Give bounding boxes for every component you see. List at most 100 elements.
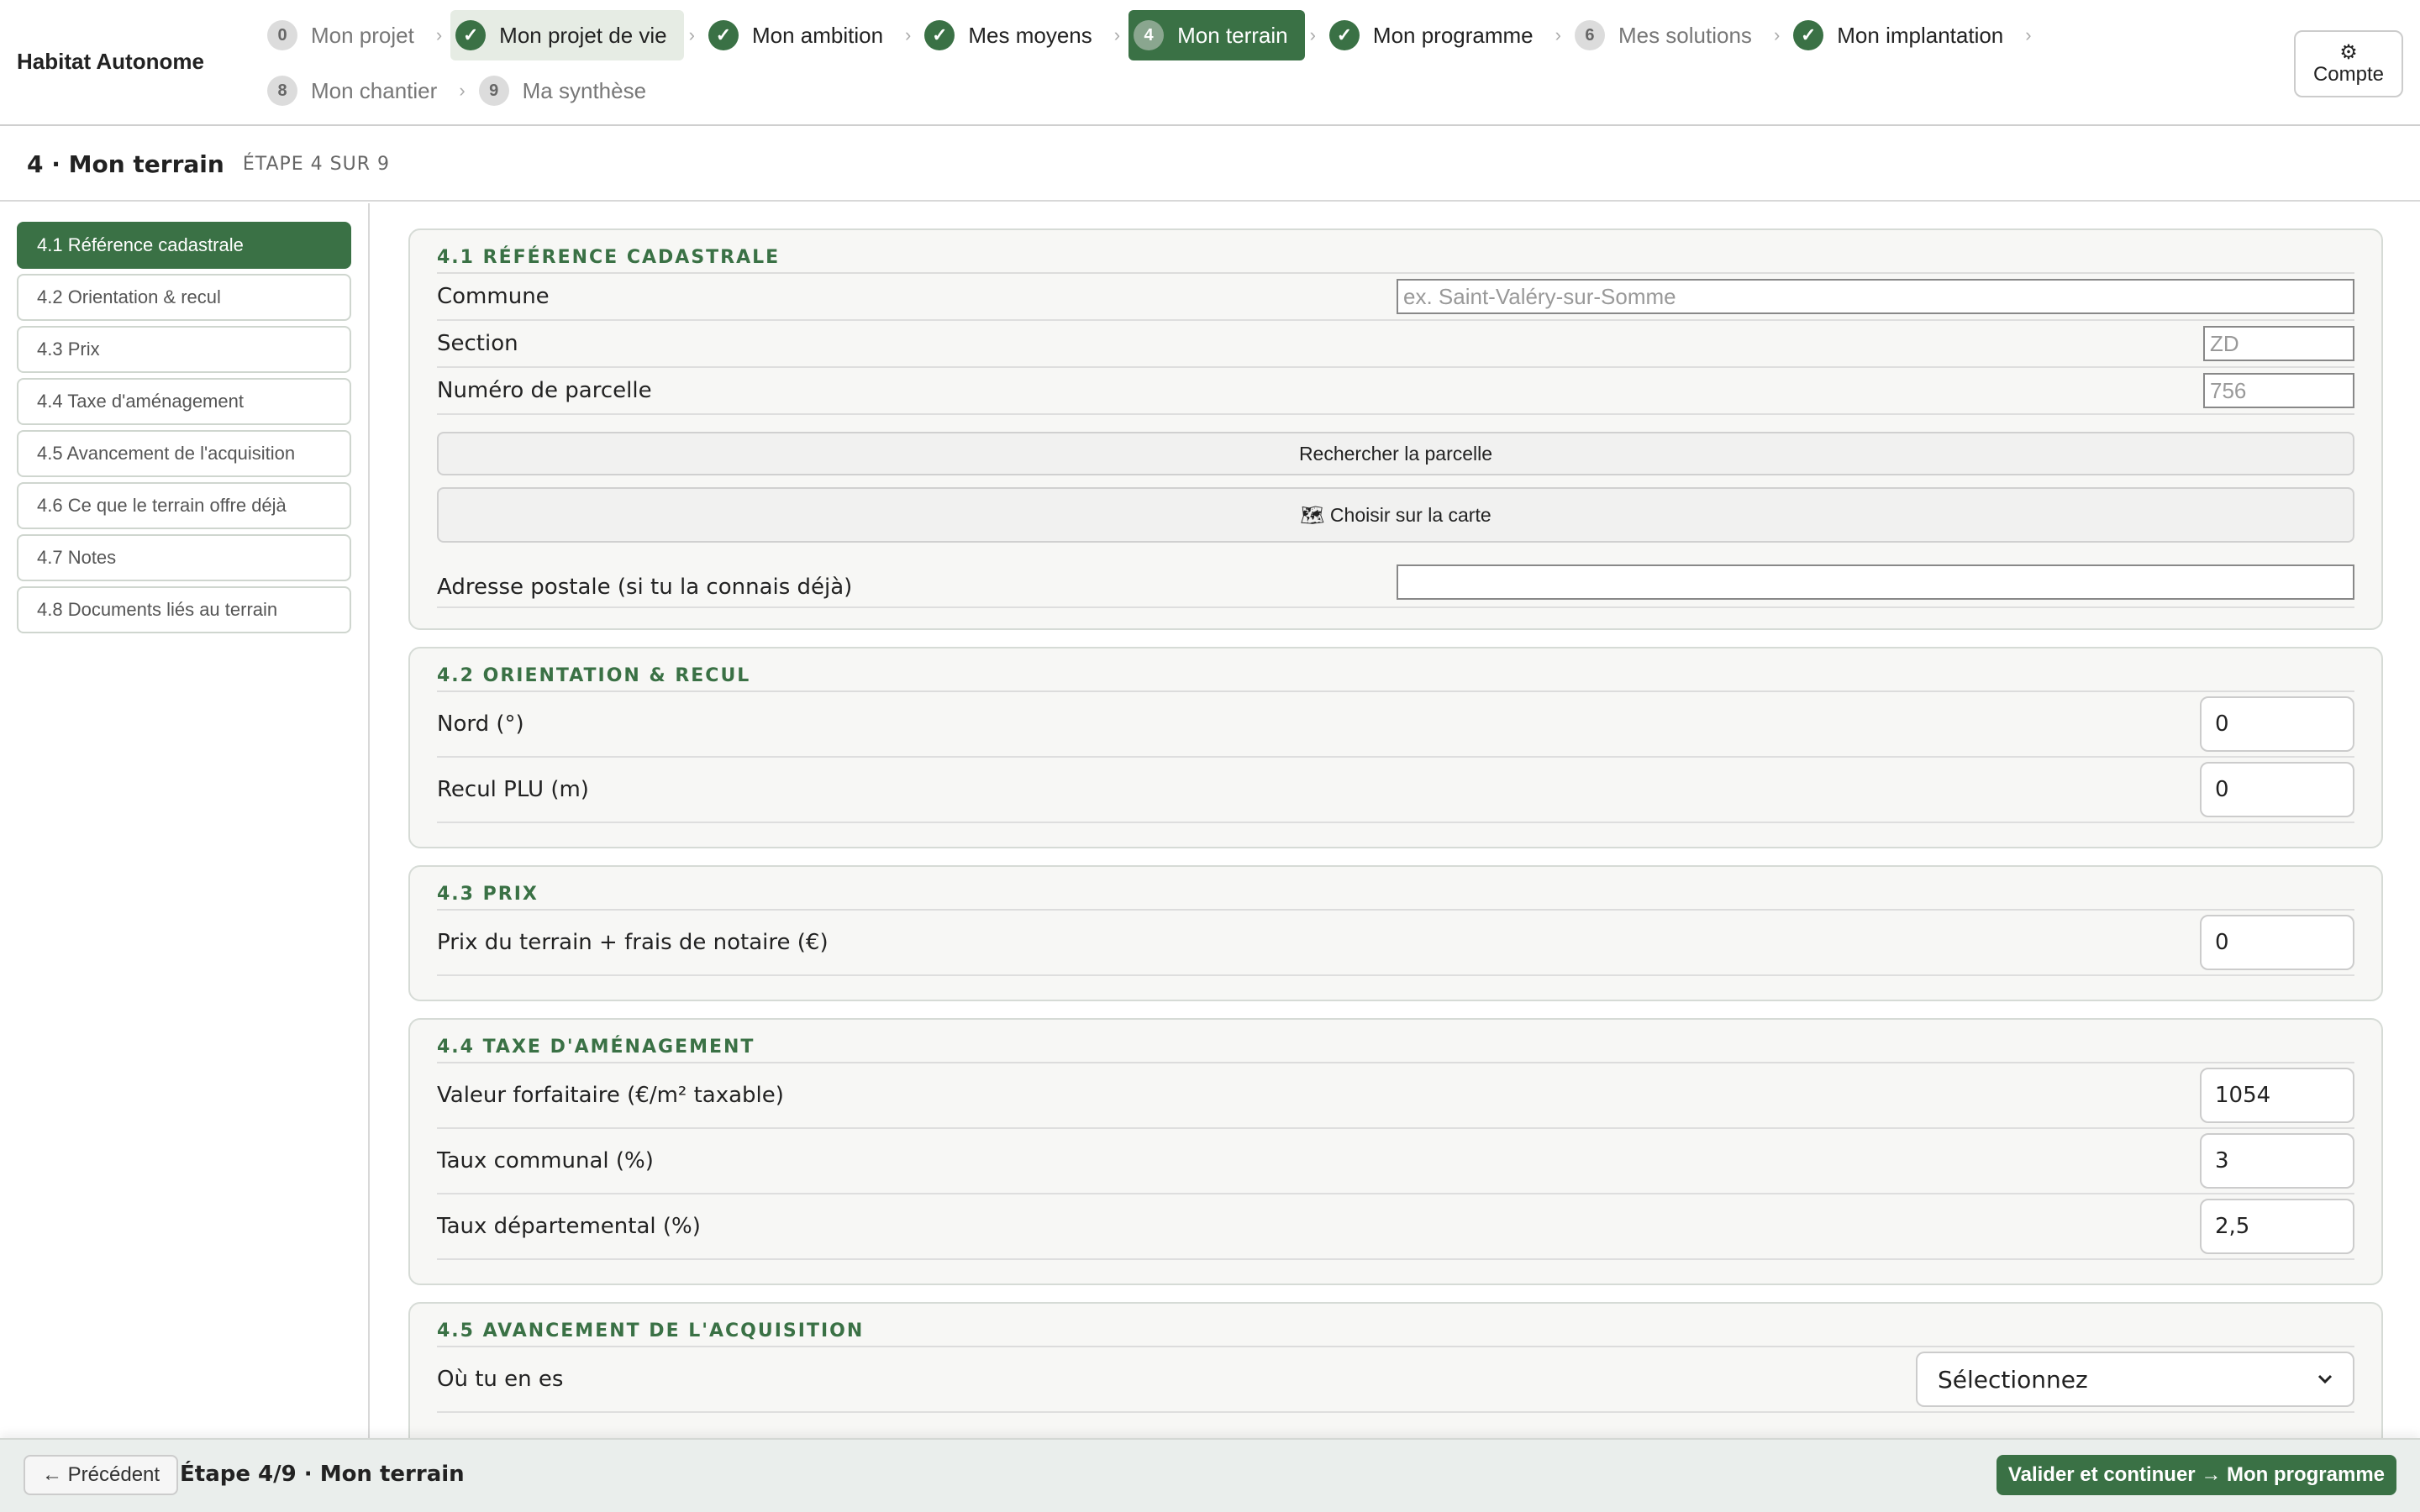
form-row-taux-departemental: Taux départemental (%) 2,5 [437,1194,2354,1260]
previous-button[interactable]: ← Précédent [24,1455,179,1495]
sidebar-item-terrain-offre[interactable]: 4.6 Ce que le terrain offre déjà [17,482,351,529]
page-title: 4 · Mon terrain [27,150,224,178]
form-row-valeur-forfaitaire: Valeur forfaitaire (€/m² taxable) 1054 [437,1063,2354,1129]
recul-label: Recul PLU (m) [437,777,589,802]
section-title: 4.3 PRIX [437,879,2354,911]
choose-on-map-button[interactable]: 🗺 Choisir sur la carte [437,487,2354,543]
nav-step-5[interactable]: ✓ Mon programme [1324,10,1550,60]
form-row-adresse: Adresse postale (si tu la connais déjà) [437,543,2354,608]
recul-input[interactable]: 0 [2200,762,2354,817]
chevron-down-icon [2317,1374,2333,1384]
nord-input[interactable]: 0 [2200,696,2354,752]
nav-step-8[interactable]: 8 Mon chantier [262,66,454,116]
taux-communal-input[interactable]: 3 [2200,1133,2354,1189]
section-orientation-recul: 4.2 ORIENTATION & RECUL Nord (°) 0 Recul… [408,647,2383,848]
form-row-section: Section ZD [437,321,2354,368]
check-icon: ✓ [455,20,487,50]
top-navigation: Habitat Autonome 0 Mon projet › ✓ Mon pr… [0,0,2420,126]
sidebar-item-notes[interactable]: 4.7 Notes [17,534,351,581]
app-title: Habitat Autonome [17,49,204,74]
nav-step-label: Mon projet de vie [499,22,667,48]
section-title: 4.1 RÉFÉRENCE CADASTRALE [437,242,2354,274]
chevron-right-icon: › [1113,24,1121,45]
section-taxe-amenagement: 4.4 TAXE D'AMÉNAGEMENT Valeur forfaitair… [408,1018,2383,1285]
check-icon: ✓ [708,20,739,50]
sidebar-item-avancement[interactable]: 4.5 Avancement de l'acquisition [17,430,351,477]
ou-tu-en-es-label: Où tu en es [437,1367,564,1392]
validate-continue-button[interactable]: Valider et continuer → Mon programme [1996,1455,2396,1495]
chevron-right-icon: › [2025,24,2032,45]
section-title: 4.2 ORIENTATION & RECUL [437,660,2354,692]
account-label: Compte [2312,63,2385,86]
check-icon: ✓ [1328,20,1360,50]
ou-tu-en-es-select[interactable]: Sélectionnez [1916,1352,2354,1407]
footer-bar: ← Précédent Étape 4/9 · Mon terrain Vali… [0,1438,2420,1512]
taux-departemental-label: Taux départemental (%) [437,1214,701,1239]
valeur-forfaitaire-input[interactable]: 1054 [2200,1068,2354,1123]
section-title: 4.4 TAXE D'AMÉNAGEMENT [437,1032,2354,1063]
form-row-parcelle: Numéro de parcelle 756 [437,368,2354,415]
taux-communal-label: Taux communal (%) [437,1148,654,1173]
map-icon: 🗺 [1300,504,1325,526]
step-number-badge: 4 [1134,20,1165,50]
footer-step-status: Étape 4/9 · Mon terrain [180,1462,465,1487]
section-reference-cadastrale: 4.1 RÉFÉRENCE CADASTRALE Commune ex. Sai… [408,228,2383,630]
nav-step-label: Mes solutions [1618,22,1752,48]
step-navigation: 0 Mon projet › ✓ Mon projet de vie › ✓ M… [262,10,2228,121]
gear-icon: ⚙ [2339,40,2358,64]
nord-label: Nord (°) [437,711,524,737]
search-parcel-button[interactable]: Rechercher la parcelle [437,432,2354,475]
step-counter: ÉTAPE 4 SUR 9 [242,153,391,175]
sidebar-item-documents[interactable]: 4.8 Documents liés au terrain [17,586,351,633]
nav-step-6[interactable]: 6 Mes solutions [1570,10,1769,60]
nav-step-label: Mes moyens [968,22,1092,48]
chevron-right-icon: › [459,80,466,101]
sidebar-item-reference-cadastrale[interactable]: 4.1 Référence cadastrale [17,222,351,269]
prix-label: Prix du terrain + frais de notaire (€) [437,930,829,955]
parcelle-input[interactable]: 756 [2203,373,2354,408]
main-content: 4.1 RÉFÉRENCE CADASTRALE Commune ex. Sai… [408,228,2383,1438]
nav-step-0[interactable]: 0 Mon projet [262,10,431,60]
nav-step-7[interactable]: ✓ Mon implantation [1788,10,2020,60]
nav-step-4[interactable]: 4 Mon terrain [1128,10,1305,60]
form-row-ou-tu-en-es: Où tu en es Sélectionnez [437,1347,2354,1413]
nav-step-3[interactable]: ✓ Mes moyens [919,10,1108,60]
section-label: Section [437,331,518,356]
form-row-recul: Recul PLU (m) 0 [437,758,2354,823]
nav-step-9[interactable]: 9 Ma synthèse [474,66,663,116]
nav-step-2[interactable]: ✓ Mon ambition [703,10,900,60]
page-header: 4 · Mon terrain ÉTAPE 4 SUR 9 [0,128,2420,202]
nav-step-label: Mon ambition [751,22,884,48]
sidebar-item-prix[interactable]: 4.3 Prix [17,326,351,373]
nav-step-label: Ma synthèse [522,77,647,103]
chevron-right-icon: › [1555,24,1561,45]
section-sidebar: 4.1 Référence cadastrale 4.2 Orientation… [0,203,370,1438]
prix-input[interactable]: 0 [2200,915,2354,970]
step-number-badge: 0 [267,20,297,50]
chevron-right-icon: › [1309,24,1316,45]
step-number-badge: 6 [1574,20,1605,50]
nav-step-label: Mon implantation [1837,22,2004,48]
chevron-right-icon: › [435,24,443,45]
chevron-right-icon: › [1773,24,1781,45]
nav-step-1[interactable]: ✓ Mon projet de vie [450,10,684,60]
account-button[interactable]: ⚙ Compte [2294,30,2403,97]
check-icon: ✓ [924,20,955,50]
section-avancement: 4.5 AVANCEMENT DE L'ACQUISITION Où tu en… [408,1302,2383,1438]
sidebar-item-orientation-recul[interactable]: 4.2 Orientation & recul [17,274,351,321]
form-row-commune: Commune ex. Saint-Valéry-sur-Somme [437,274,2354,321]
taux-departemental-input[interactable]: 2,5 [2200,1199,2354,1254]
sidebar-item-taxe-amenagement[interactable]: 4.4 Taxe d'aménagement [17,378,351,425]
form-row-nord: Nord (°) 0 [437,692,2354,758]
chevron-right-icon: › [688,24,695,45]
adresse-input[interactable] [1397,564,2354,600]
select-value: Sélectionnez [1938,1365,2088,1394]
commune-input[interactable]: ex. Saint-Valéry-sur-Somme [1397,279,2354,314]
step-number-badge: 8 [267,76,297,106]
check-icon: ✓ [1793,20,1824,50]
commune-label: Commune [437,284,550,309]
nav-step-label: Mon projet [311,22,414,48]
section-input[interactable]: ZD [2203,326,2354,361]
chevron-right-icon: › [905,24,912,45]
parcelle-label: Numéro de parcelle [437,378,652,403]
